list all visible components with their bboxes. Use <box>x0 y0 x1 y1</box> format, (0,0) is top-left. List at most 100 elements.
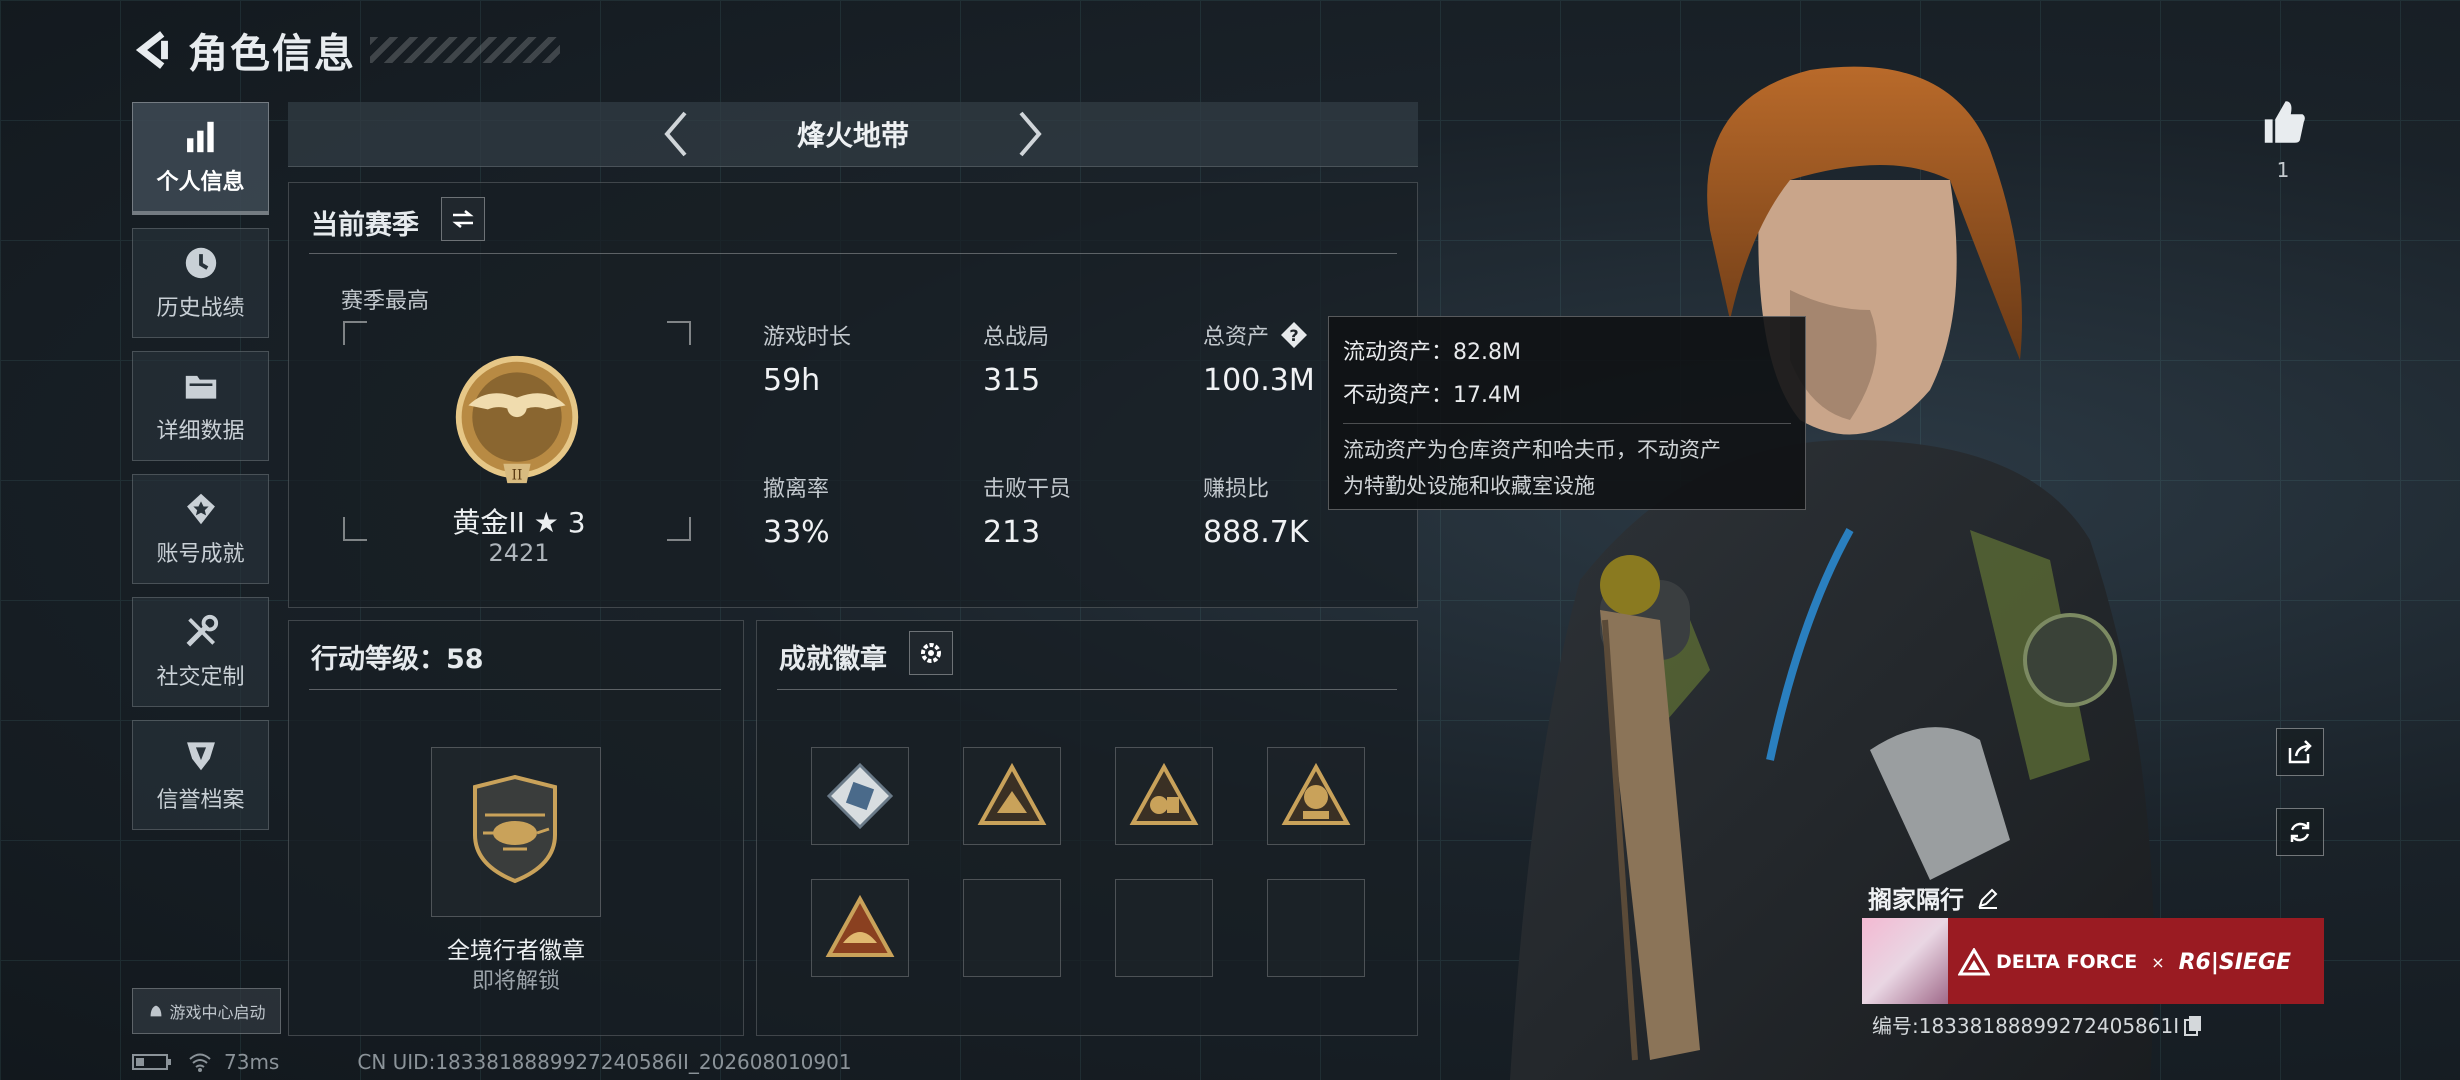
diamond-badge-icon <box>826 762 894 830</box>
card-collab: R6|SIEGE <box>2178 949 2292 975</box>
tools-icon <box>186 614 218 647</box>
stat-value: 100.3M <box>1203 363 1315 398</box>
triangle-badge-icon <box>1281 762 1351 825</box>
header: 角色信息 <box>130 20 560 80</box>
triangle-badge-icon <box>977 762 1047 825</box>
game-center-icon <box>151 1005 162 1017</box>
badge-status: 即将解锁 <box>471 969 560 994</box>
stat-label-row: 总资产 ? <box>1203 319 1315 351</box>
svg-text:?: ? <box>1289 326 1298 345</box>
sidebar-item-label: 社交定制 <box>156 665 245 690</box>
like-button[interactable]: 1 <box>2256 96 2310 182</box>
sidebar-item-label: 历史战绩 <box>156 296 245 321</box>
tooltip-divider <box>1343 423 1791 424</box>
achievement-badge-slot[interactable] <box>1115 747 1213 845</box>
folder-icon <box>185 375 216 399</box>
mode-title: 烽火地带 <box>796 119 909 152</box>
battery-icon <box>132 1054 171 1070</box>
sidebar-item-detailed-data[interactable]: 详细数据 <box>132 351 269 461</box>
edit-icon[interactable] <box>1976 886 2000 910</box>
sidebar-item-personal-info[interactable]: 个人信息 <box>132 102 269 215</box>
tooltip-fixed-assets: 不动资产：17.4M <box>1343 383 1521 408</box>
sidebar-item-history[interactable]: 历史战绩 <box>132 228 269 338</box>
stat-extract-rate: 撤离率 33% <box>763 471 830 550</box>
rank-score: 2421 <box>488 539 550 567</box>
sidebar-item-credit[interactable]: 信誉档案 <box>132 720 269 830</box>
stat-label: 赚损比 <box>1203 477 1270 502</box>
achievement-empty-slot[interactable] <box>1267 879 1365 977</box>
season-best-label: 赛季最高 <box>341 289 430 314</box>
rank-name: 黄金II ★ 3 <box>452 506 586 539</box>
achievement-badge-slot[interactable] <box>1267 747 1365 845</box>
player-card-banner[interactable]: DELTA FORCE × R6|SIEGE <box>1862 918 2324 1004</box>
sidebar-item-achievements[interactable]: 账号成就 <box>132 474 269 584</box>
mode-selector: 烽火地带 <box>288 102 1418 167</box>
next-mode-icon[interactable] <box>1013 109 1047 159</box>
player-name-row: 搁家隔行 <box>1868 880 2000 915</box>
card-logo: DELTA FORCE × R6|SIEGE <box>1958 948 2291 976</box>
season-panel: 当前赛季 赛季最高 II 黄金II ★ 3 2421 游戏时长 59h 总战局 … <box>288 182 1418 608</box>
gold-rank-emblem-icon: II <box>455 355 579 483</box>
uid-text: CN UID:1833818889927240586II_20260801090… <box>357 1050 852 1074</box>
achievement-empty-slot[interactable] <box>1115 879 1213 977</box>
stat-label: 游戏时长 <box>763 325 852 350</box>
history-icon <box>185 247 216 279</box>
svg-text:II: II <box>512 467 523 483</box>
share-icon <box>2288 740 2312 764</box>
bar-chart-icon <box>186 121 214 153</box>
tooltip-liquid-assets: 流动资产：82.8M <box>1343 340 1521 365</box>
stat-total-assets: 总资产 ? 100.3M <box>1203 319 1315 398</box>
card-cross: × <box>2151 952 2165 972</box>
achievement-badge-slot[interactable] <box>811 879 909 977</box>
delta-force-logo-icon <box>1958 948 1990 976</box>
season-switch-button[interactable] <box>441 197 485 241</box>
stat-play-time: 游戏时长 59h <box>763 319 851 398</box>
wifi-icon <box>189 1053 211 1072</box>
achievement-empty-slot[interactable] <box>963 879 1061 977</box>
tooltip-description-line: 为特勤处设施和收藏室设施 <box>1343 474 1595 498</box>
game-center-launch-button[interactable]: 游戏中心启动 <box>132 988 281 1034</box>
back-icon[interactable] <box>130 27 176 73</box>
triangle-badge-icon <box>825 894 895 957</box>
divider <box>309 689 721 690</box>
help-icon[interactable]: ? <box>1279 320 1309 350</box>
stat-label: 总战局 <box>983 325 1050 350</box>
swap-icon <box>452 210 474 228</box>
card-brand: DELTA FORCE <box>1996 951 2138 973</box>
avatar <box>1862 918 1948 1004</box>
stat-value: 888.7K <box>1203 515 1309 550</box>
shield-badge-icon <box>186 742 215 771</box>
assets-tooltip: 流动资产：82.8M 不动资产：17.4M 流动资产为仓库资产和哈夫币，不动资产… <box>1328 316 1806 510</box>
page-title: 角色信息 <box>188 31 356 77</box>
stat-value: 213 <box>983 515 1041 550</box>
thumbs-up-icon <box>2264 101 2305 143</box>
achievement-icon <box>186 493 215 525</box>
tooltip-description-line: 流动资产为仓库资产和哈夫币，不动资产 <box>1343 438 1721 462</box>
sidebar-item-label: 详细数据 <box>156 419 245 444</box>
player-id: 编号:18338188899272405861I <box>1872 1010 2203 1039</box>
divider <box>309 253 1397 254</box>
stat-label: 击败干员 <box>983 477 1072 502</box>
stat-profit-ratio: 赚损比 888.7K <box>1203 471 1309 550</box>
sidebar-item-social[interactable]: 社交定制 <box>132 597 269 707</box>
sidebar-item-label: 账号成就 <box>156 542 245 567</box>
achievements-settings-button[interactable] <box>909 631 953 675</box>
stat-total-matches: 总战局 315 <box>983 319 1049 398</box>
refresh-icon <box>2290 822 2310 842</box>
frame-corner <box>667 321 691 345</box>
divider <box>777 689 1397 690</box>
title-decoration <box>370 37 560 63</box>
achievement-badge-slot[interactable] <box>963 747 1061 845</box>
achievements-panel: 成就徽章 <box>756 620 1418 1036</box>
refresh-button[interactable] <box>2276 808 2324 856</box>
prev-mode-icon[interactable] <box>659 109 693 159</box>
player-id-text: 编号:18338188899272405861I <box>1872 1014 2180 1038</box>
achievement-badge-slot[interactable] <box>811 747 909 845</box>
action-level-panel: 行动等级：58 全境行者徽章 即将解锁 <box>288 620 744 1036</box>
launch-label: 游戏中心启动 <box>169 1003 266 1022</box>
like-count: 1 <box>2276 158 2290 182</box>
copy-icon[interactable] <box>2183 1014 2203 1036</box>
stat-value: 59h <box>763 363 821 398</box>
sidebar-item-label: 个人信息 <box>156 170 245 195</box>
share-button[interactable] <box>2276 728 2324 776</box>
